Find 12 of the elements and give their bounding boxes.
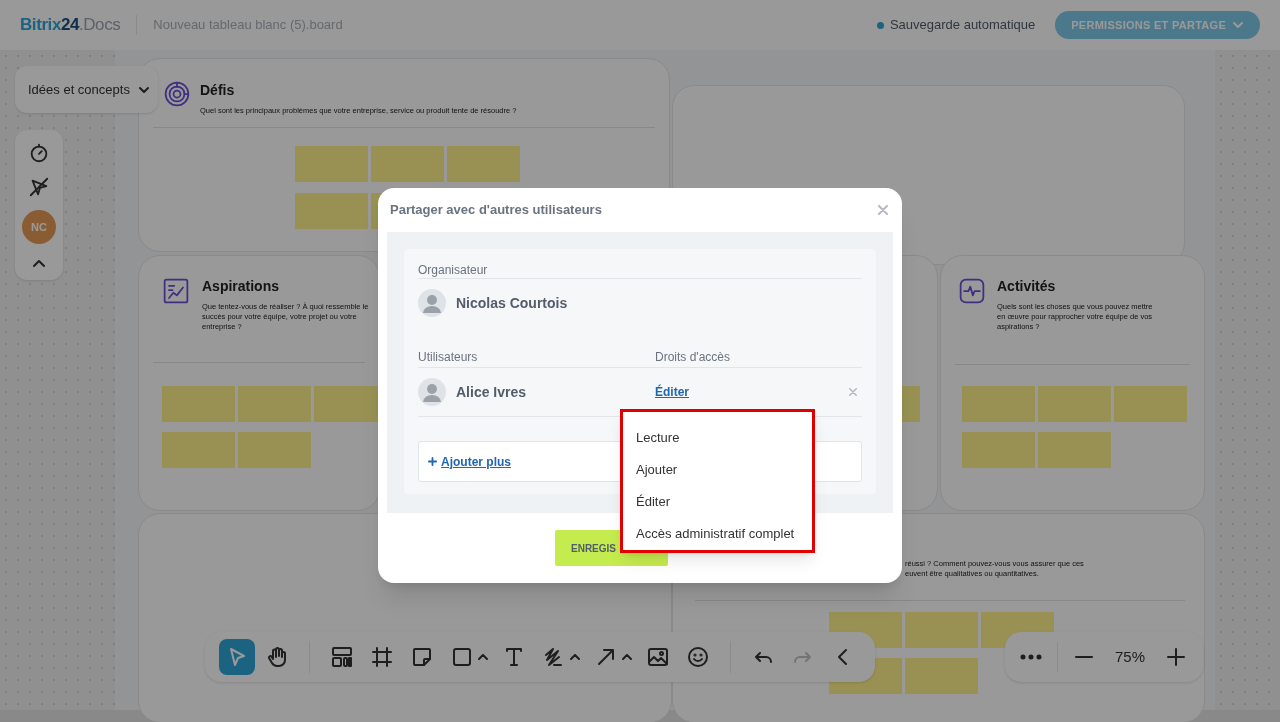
zoom-level: 75% bbox=[1114, 646, 1146, 667]
column-header: Utilisateurs bbox=[418, 350, 479, 364]
section-label: Organisateur bbox=[418, 263, 488, 277]
dialog-title: Partager avec d'autres utilisateurs bbox=[390, 201, 602, 220]
column-header: Droits d'accès bbox=[655, 350, 730, 364]
card-title: Aspirations bbox=[202, 277, 280, 296]
user-name: Alice Ivres bbox=[456, 382, 527, 402]
autosave-status: Sauvegarde automatique bbox=[889, 16, 1036, 35]
card-title: Défis bbox=[200, 81, 236, 100]
card-title: Activités bbox=[997, 277, 1057, 296]
user-name: Nicolas Courtois bbox=[456, 293, 568, 313]
logo: Bitrix24.Docs bbox=[20, 14, 121, 37]
